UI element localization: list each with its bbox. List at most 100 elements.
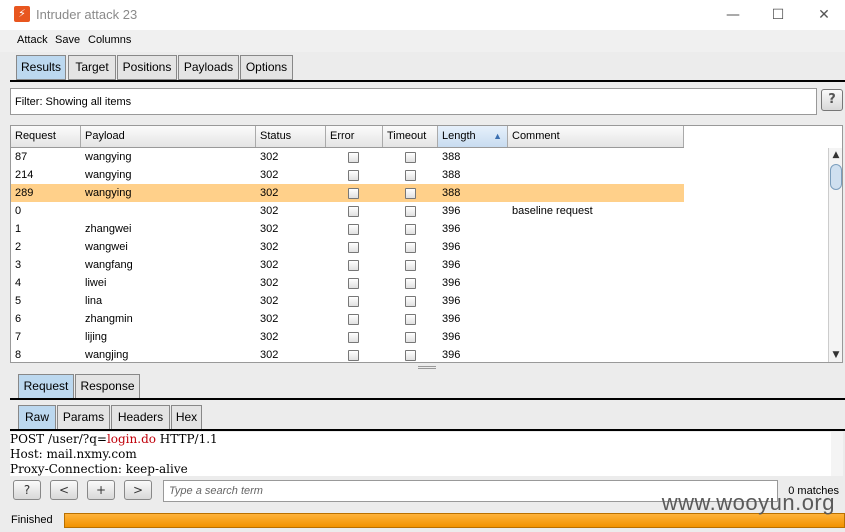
cell-length: 396 (442, 259, 461, 271)
cell-length: 396 (442, 223, 461, 235)
cell-status: 302 (260, 241, 279, 253)
cell-payload: lijing (85, 331, 108, 343)
search-next-button[interactable]: > (124, 480, 152, 500)
cell-request: 3 (15, 259, 22, 271)
cell-status: 302 (260, 313, 279, 325)
cell-request: 289 (15, 187, 34, 199)
cell-comment (508, 184, 512, 202)
table-row[interactable]: 8 wangjing 302 396 (11, 346, 684, 362)
column-header-payload[interactable]: Payload (81, 126, 256, 147)
cell-request: 6 (15, 313, 22, 325)
help-icon[interactable]: ? (821, 89, 843, 111)
cell-comment (508, 256, 512, 274)
cell-request: 87 (15, 151, 28, 163)
cell-payload: liwei (85, 277, 107, 289)
watermark: www.wooyun.org (661, 490, 835, 515)
cell-payload: wangying (85, 187, 132, 199)
table-row[interactable]: 4 liwei 302 396 (11, 274, 684, 292)
column-header-request[interactable]: Request (11, 126, 81, 147)
filter-bar[interactable]: Filter: Showing all items (10, 88, 817, 115)
timeout-checkbox (405, 332, 416, 343)
tab-payloads[interactable]: Payloads (178, 55, 239, 80)
tab-headers[interactable]: Headers (111, 405, 170, 430)
cell-payload: lina (85, 295, 103, 307)
raw-request-editor[interactable]: POST /user/?q=login.do HTTP/1.1 Host: ma… (10, 432, 843, 476)
cell-payload: wangfang (85, 259, 133, 271)
cell-payload: wangying (85, 169, 132, 181)
cell-comment (508, 238, 512, 256)
column-header-timeout[interactable]: Timeout (383, 126, 438, 147)
split-pane-grip[interactable] (418, 366, 436, 369)
cell-status: 302 (260, 277, 279, 289)
tab-params[interactable]: Params (57, 405, 110, 430)
host-header-line: Host: mail.nxmy.com (10, 447, 137, 461)
table-scrollbar[interactable]: ▲ ▼ (828, 148, 842, 362)
menu-columns[interactable]: Columns (88, 34, 131, 46)
cell-comment (508, 346, 512, 362)
cell-payload: wangwei (85, 241, 128, 253)
results-table: Request Payload Status Error Timeout Len… (10, 125, 843, 363)
tab-request[interactable]: Request (18, 374, 74, 399)
cell-payload: wangying (85, 151, 132, 163)
error-checkbox (348, 188, 359, 199)
menu-save[interactable]: Save (55, 34, 80, 46)
tab-response[interactable]: Response (75, 374, 140, 399)
timeout-checkbox (405, 152, 416, 163)
scrollbar-thumb[interactable] (830, 164, 842, 190)
table-row[interactable]: 1 zhangwei 302 396 (11, 220, 684, 238)
tab-options[interactable]: Options (240, 55, 293, 80)
search-add-button[interactable]: + (87, 480, 115, 500)
error-checkbox (348, 278, 359, 289)
cell-request: 7 (15, 331, 22, 343)
timeout-checkbox (405, 170, 416, 181)
minimize-button[interactable]: — (718, 4, 748, 26)
cell-status: 302 (260, 259, 279, 271)
tab-raw[interactable]: Raw (18, 405, 56, 430)
timeout-checkbox (405, 188, 416, 199)
cell-length: 396 (442, 205, 461, 217)
cell-status: 302 (260, 169, 279, 181)
error-checkbox (348, 350, 359, 361)
column-header-status[interactable]: Status (256, 126, 326, 147)
column-header-length[interactable]: Length ▲ (438, 126, 508, 147)
timeout-checkbox (405, 260, 416, 271)
tab-hex[interactable]: Hex (171, 405, 202, 430)
column-header-length-label: Length (442, 130, 476, 142)
table-row[interactable]: 6 zhangmin 302 396 (11, 310, 684, 328)
table-row[interactable]: 7 lijing 302 396 (11, 328, 684, 346)
scroll-up-icon[interactable]: ▲ (831, 150, 841, 160)
column-header-comment[interactable]: Comment (508, 126, 684, 147)
cell-payload: zhangmin (85, 313, 133, 325)
tab-positions[interactable]: Positions (117, 55, 177, 80)
table-header: Request Payload Status Error Timeout Len… (11, 126, 684, 148)
table-row[interactable]: 0 302 396 baseline request (11, 202, 684, 220)
column-header-error[interactable]: Error (326, 126, 383, 147)
cell-length: 396 (442, 277, 461, 289)
search-placeholder: Type a search term (169, 485, 263, 497)
error-checkbox (348, 242, 359, 253)
table-row[interactable]: 2 wangwei 302 396 (11, 238, 684, 256)
error-checkbox (348, 332, 359, 343)
table-row[interactable]: 289 wangying 302 388 (11, 184, 684, 202)
table-row[interactable]: 214 wangying 302 388 (11, 166, 684, 184)
cell-status: 302 (260, 187, 279, 199)
table-row[interactable]: 87 wangying 302 388 (11, 148, 684, 166)
tab-target[interactable]: Target (68, 55, 116, 80)
search-prev-button[interactable]: < (50, 480, 78, 500)
maximize-button[interactable]: ☐ (763, 4, 793, 26)
cell-length: 396 (442, 313, 461, 325)
cell-length: 388 (442, 169, 461, 181)
cell-status: 302 (260, 331, 279, 343)
tab-results[interactable]: Results (16, 55, 66, 80)
table-row[interactable]: 3 wangfang 302 396 (11, 256, 684, 274)
cell-comment (508, 310, 512, 328)
filter-text: Filter: Showing all items (15, 96, 132, 108)
raw-scrollbar[interactable] (831, 432, 843, 476)
search-help-icon[interactable]: ? (13, 480, 41, 500)
menu-bar: Attack Save Columns (0, 30, 845, 52)
cell-request: 0 (15, 205, 22, 217)
menu-attack[interactable]: Attack (17, 34, 48, 46)
table-row[interactable]: 5 lina 302 396 (11, 292, 684, 310)
close-button[interactable]: ✕ (809, 4, 839, 26)
scroll-down-icon[interactable]: ▼ (831, 350, 841, 360)
